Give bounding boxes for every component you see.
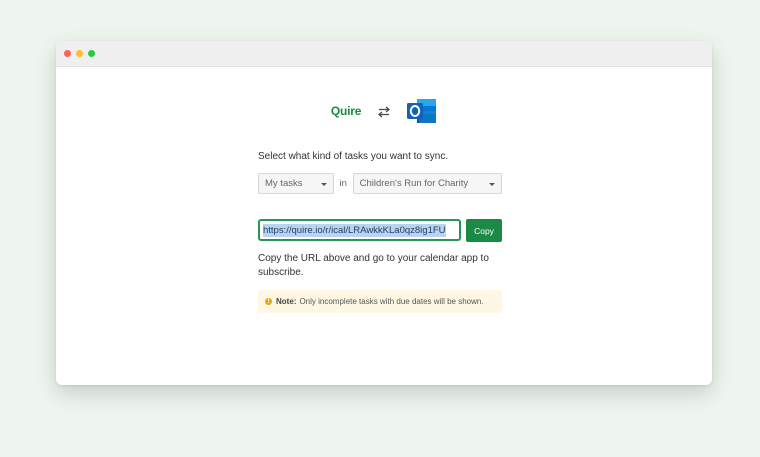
sync-selectors: My tasks in Children's Run for Charity [258,173,502,194]
note-banner: ! Note: Only incomplete tasks with due d… [258,290,502,313]
integration-logos: Quire [56,96,712,126]
project-select[interactable]: Children's Run for Charity [352,173,502,194]
project-value: Children's Run for Charity [359,178,469,189]
sync-prompt: Select what kind of tasks you want to sy… [258,151,449,162]
note-label: Note: [276,297,297,306]
url-row: https://quire.io/r/ical/LRAwkkKLa0qz8ig1… [258,219,502,242]
ical-url-text: https://quire.io/r/ical/LRAwkkKLa0qz8ig1… [263,223,446,237]
maximize-window-button[interactable] [88,50,95,57]
info-icon: ! [265,298,272,305]
outlook-icon [407,97,437,125]
task-filter-value: My tasks [265,178,303,189]
title-bar [56,41,712,67]
note-text: Only incomplete tasks with due dates wil… [299,297,484,306]
chevron-down-icon [320,183,327,186]
app-window: Quire Select what kind of tasks you want… [56,41,712,385]
chevron-down-icon [489,183,495,186]
copy-button[interactable]: Copy [466,219,502,242]
in-label: in [339,178,347,189]
quire-logo: Quire [330,104,362,118]
task-filter-select[interactable]: My tasks [258,173,334,194]
subscribe-instructions: Copy the URL above and go to your calend… [258,253,489,278]
close-window-button[interactable] [64,50,71,57]
ical-url-field[interactable]: https://quire.io/r/ical/LRAwkkKLa0qz8ig1… [258,219,461,241]
minimize-window-button[interactable] [76,50,83,57]
sync-panel: Select what kind of tasks you want to sy… [258,151,502,313]
swap-arrows-icon [377,105,391,118]
